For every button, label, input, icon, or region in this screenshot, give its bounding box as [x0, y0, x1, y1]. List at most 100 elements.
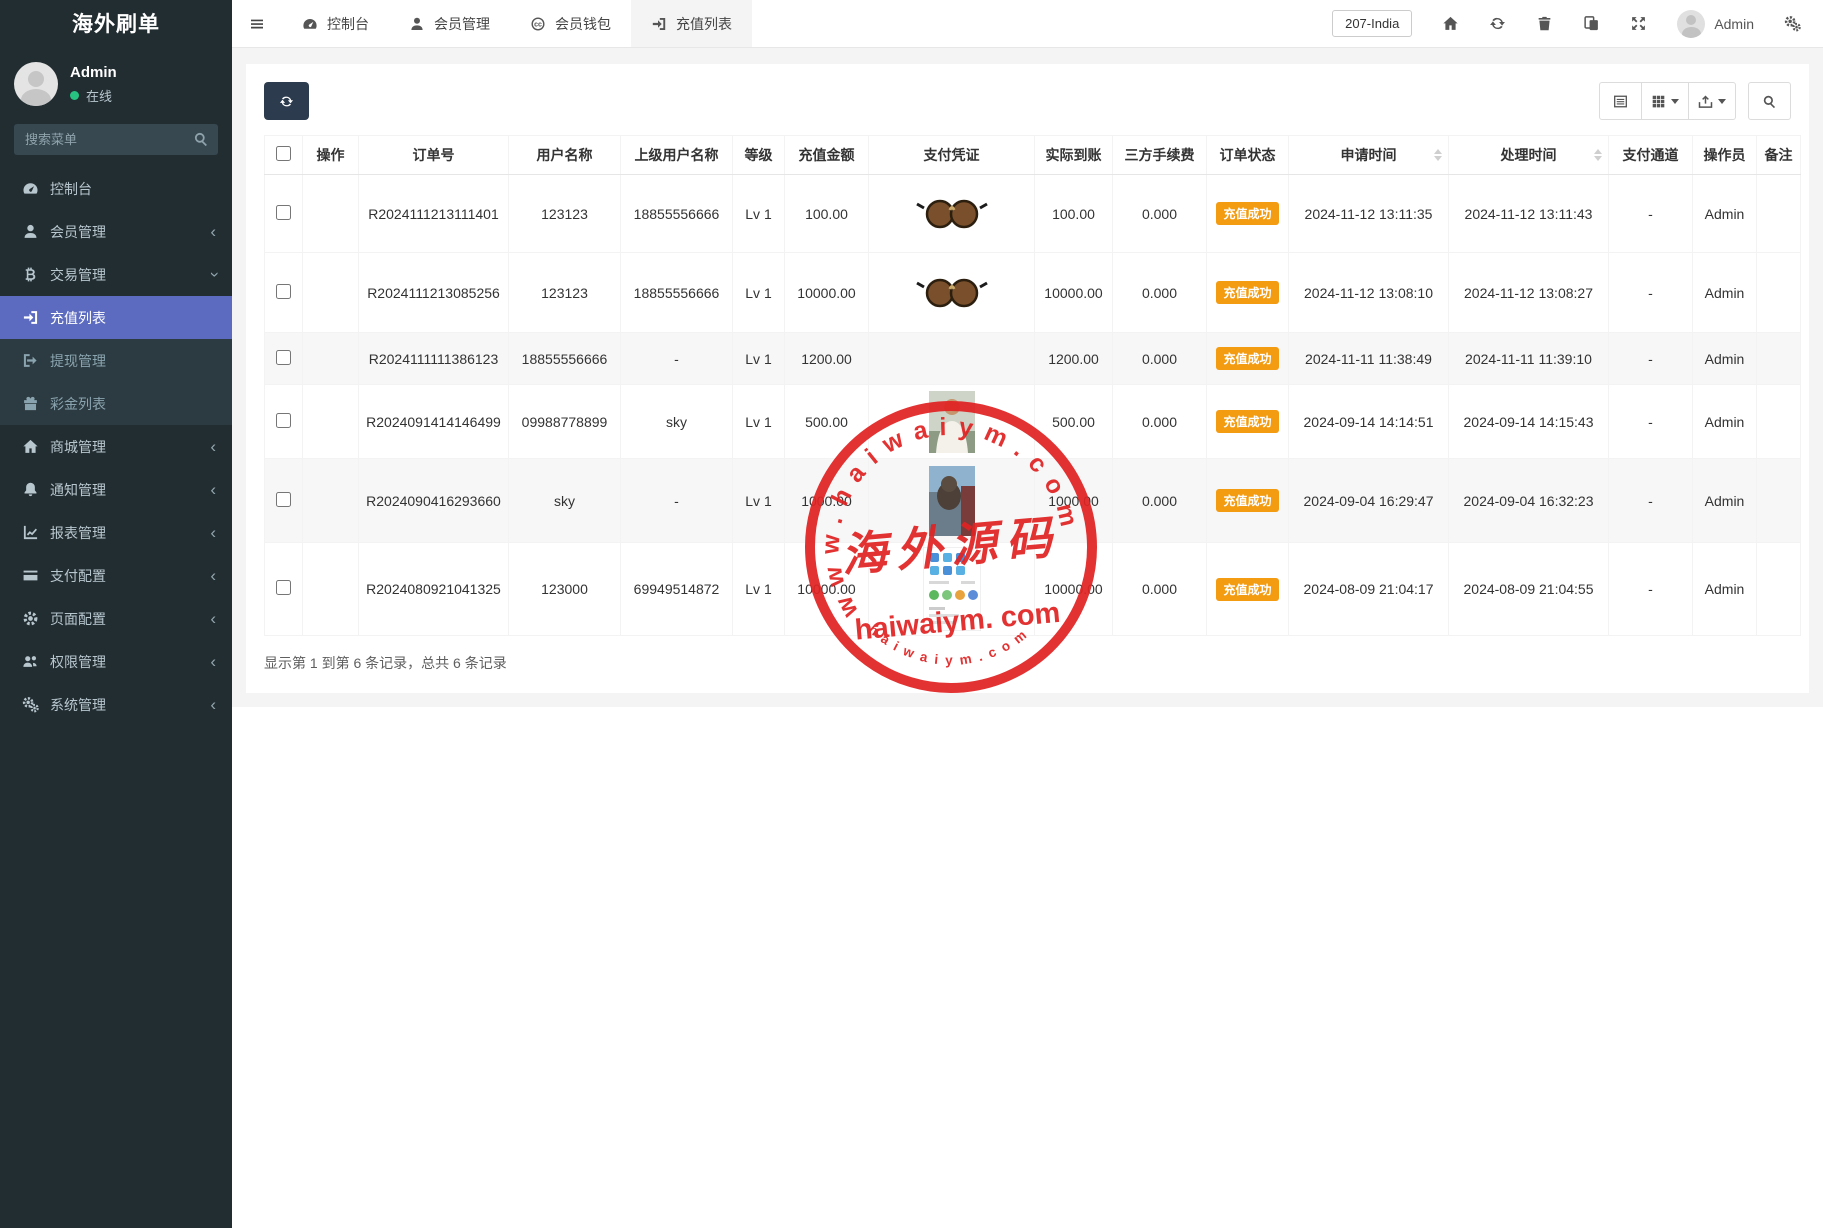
- sidebar-item-label: 通知管理: [50, 480, 106, 500]
- payment-voucher-image[interactable]: [874, 391, 1029, 453]
- settings-gears-icon[interactable]: [1784, 15, 1801, 32]
- chart-line-icon: [22, 524, 39, 541]
- payment-voucher-image[interactable]: [874, 267, 1029, 319]
- sidebar-item-link[interactable]: 报表管理‹: [0, 511, 232, 554]
- cell-status: 充值成功: [1207, 543, 1289, 636]
- caret-down-icon: [1718, 99, 1726, 104]
- row-checkbox[interactable]: [276, 413, 291, 428]
- row-checkbox[interactable]: [276, 284, 291, 299]
- cell-process_time: 2024-09-04 16:32:23: [1449, 459, 1609, 543]
- cell-channel: -: [1609, 333, 1693, 385]
- row-checkbox[interactable]: [276, 580, 291, 595]
- columns-dropdown-button[interactable]: [1641, 82, 1689, 120]
- sidebar-item-transaction-management[interactable]: 交易管理‹: [0, 253, 232, 296]
- user-menu[interactable]: Admin: [1677, 10, 1754, 38]
- cell-order_no: R2024080921041325: [359, 543, 509, 636]
- sidebar-item-label: 控制台: [50, 179, 92, 199]
- recharge-table: 操作订单号用户名称上级用户名称等级充值金额支付凭证实际到账三方手续费订单状态申请…: [264, 135, 1801, 636]
- sidebar-item-recharge-list[interactable]: 充值列表: [0, 296, 232, 339]
- cell-channel: -: [1609, 253, 1693, 333]
- sidebar-item-label: 系统管理: [50, 695, 106, 715]
- sidebar-item-page-config[interactable]: 页面配置‹: [0, 597, 232, 640]
- row-checkbox[interactable]: [276, 205, 291, 220]
- tab-member-wallet[interactable]: cc会员钱包: [510, 0, 631, 47]
- sidebar-item-mall-management[interactable]: 商城管理‹: [0, 425, 232, 468]
- sidebar-item-report-management[interactable]: 报表管理‹: [0, 511, 232, 554]
- sidebar-item-link[interactable]: 商城管理‹: [0, 425, 232, 468]
- home-icon[interactable]: [1442, 15, 1459, 32]
- sidebar-item-link[interactable]: 支付配置‹: [0, 554, 232, 597]
- sidebar-item-link[interactable]: 权限管理‹: [0, 640, 232, 683]
- topnav-tabs: 控制台会员管理cc会员钱包 充值列表: [282, 0, 752, 47]
- column-header-label: 处理时间: [1501, 147, 1557, 163]
- tab-console[interactable]: 控制台: [282, 0, 389, 47]
- refresh-icon[interactable]: [1489, 15, 1506, 32]
- clear-cache-icon[interactable]: [1583, 15, 1600, 32]
- cell-voucher: [869, 253, 1035, 333]
- cell-remark: [1757, 175, 1801, 253]
- hamburger-icon[interactable]: [232, 0, 282, 47]
- select-all-checkbox[interactable]: [276, 146, 291, 161]
- wallet-icon: cc: [530, 16, 546, 32]
- cell-status: 充值成功: [1207, 175, 1289, 253]
- cell-apply_time: 2024-11-12 13:11:35: [1289, 175, 1449, 253]
- tab-recharge-list[interactable]: 充值列表: [631, 0, 752, 47]
- sidebar-item-permission-management[interactable]: 权限管理‹: [0, 640, 232, 683]
- column-header-apply_time[interactable]: 申请时间: [1289, 136, 1449, 175]
- trash-icon[interactable]: [1536, 15, 1553, 32]
- sidebar-item-link[interactable]: 提现管理: [0, 339, 232, 382]
- cell-parent_username: -: [621, 333, 733, 385]
- tab-label: 充值列表: [676, 14, 732, 34]
- table-row: R202408092104132512300069949514872Lv 110…: [265, 543, 1801, 636]
- cell-received: 1000.00: [1035, 459, 1113, 543]
- sidebar-item-payment-config[interactable]: 支付配置‹: [0, 554, 232, 597]
- sidebar-item-link[interactable]: 通知管理‹: [0, 468, 232, 511]
- cell-channel: -: [1609, 543, 1693, 636]
- detail-view-button[interactable]: [1599, 82, 1642, 120]
- sidebar-item-withdraw-management[interactable]: 提现管理: [0, 339, 232, 382]
- fullscreen-icon[interactable]: [1630, 15, 1647, 32]
- sidebar-item-notification-management[interactable]: 通知管理‹: [0, 468, 232, 511]
- refresh-table-button[interactable]: [264, 82, 309, 120]
- sidebar-item-link[interactable]: 彩金列表: [0, 382, 232, 425]
- sidebar-item-link[interactable]: 系统管理‹: [0, 683, 232, 726]
- sidebar-item-label: 提现管理: [50, 351, 106, 371]
- sidebar-item-link[interactable]: 页面配置‹: [0, 597, 232, 640]
- sidebar-item-bonus-list[interactable]: 彩金列表: [0, 382, 232, 425]
- sidebar-item-label: 支付配置: [50, 566, 106, 586]
- cell-fee: 0.000: [1113, 543, 1207, 636]
- sidebar-item-link[interactable]: 充值列表: [0, 296, 232, 339]
- sidebar-item-link[interactable]: 交易管理‹: [0, 253, 232, 296]
- home-icon: [22, 438, 39, 455]
- tab-member-management[interactable]: 会员管理: [389, 0, 510, 47]
- row-select-cell: [265, 333, 303, 385]
- cell-status: 充值成功: [1207, 459, 1289, 543]
- cell-received: 1200.00: [1035, 333, 1113, 385]
- sidebar-item-system-management[interactable]: 系统管理‹: [0, 683, 232, 726]
- sidebar-item-console[interactable]: 控制台: [0, 167, 232, 210]
- search-toggle-button[interactable]: [1748, 82, 1791, 120]
- cell-level: Lv 1: [733, 385, 785, 459]
- menu-search-input[interactable]: [14, 124, 218, 155]
- payment-voucher-image[interactable]: [874, 547, 1029, 631]
- row-select-cell: [265, 385, 303, 459]
- region-selector[interactable]: 207-India: [1332, 10, 1412, 37]
- sidebar-item-link[interactable]: 会员管理‹: [0, 210, 232, 253]
- cell-username: 123000: [509, 543, 621, 636]
- export-dropdown-button[interactable]: [1688, 82, 1736, 120]
- sidebar: 海外刷单 Admin 在线 控制台会员管理‹交易管理‹充值列表提现管理彩金列表商…: [0, 0, 232, 1228]
- payment-voucher-image[interactable]: [874, 188, 1029, 240]
- sidebar-item-link[interactable]: 控制台: [0, 167, 232, 210]
- cogs-icon: [22, 696, 39, 713]
- cell-op: [303, 385, 359, 459]
- row-checkbox[interactable]: [276, 492, 291, 507]
- sidebar-item-member-management[interactable]: 会员管理‹: [0, 210, 232, 253]
- column-header-process_time[interactable]: 处理时间: [1449, 136, 1609, 175]
- record-count-summary: 显示第 1 到第 6 条记录，总共 6 条记录: [264, 653, 1791, 673]
- user-name: Admin: [70, 64, 117, 81]
- payment-voucher-image[interactable]: [874, 466, 1029, 536]
- cell-status: 充值成功: [1207, 333, 1289, 385]
- sidebar-item-label: 商城管理: [50, 437, 106, 457]
- cell-received: 500.00: [1035, 385, 1113, 459]
- row-checkbox[interactable]: [276, 350, 291, 365]
